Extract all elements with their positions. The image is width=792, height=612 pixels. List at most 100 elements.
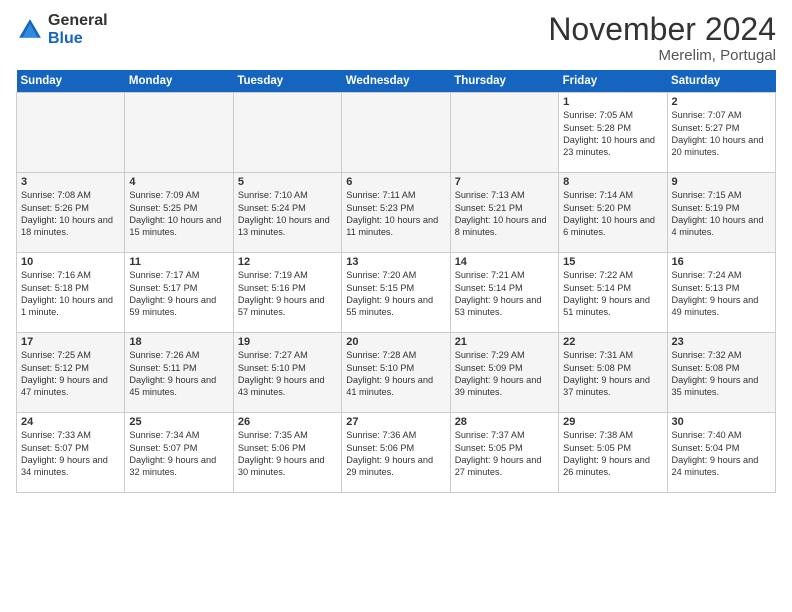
week-row-5: 24Sunrise: 7:33 AMSunset: 5:07 PMDayligh… <box>17 413 776 493</box>
logo-text: General Blue <box>48 12 108 49</box>
calendar-cell: 23Sunrise: 7:32 AMSunset: 5:08 PMDayligh… <box>667 333 775 413</box>
calendar-cell: 29Sunrise: 7:38 AMSunset: 5:05 PMDayligh… <box>559 413 667 493</box>
day-info: Sunrise: 7:25 AM <box>21 349 120 361</box>
calendar-cell <box>342 93 450 173</box>
calendar-cell: 12Sunrise: 7:19 AMSunset: 5:16 PMDayligh… <box>233 253 341 333</box>
week-row-1: 1Sunrise: 7:05 AMSunset: 5:28 PMDaylight… <box>17 93 776 173</box>
day-info: Sunset: 5:12 PM <box>21 362 120 374</box>
day-info: Sunset: 5:28 PM <box>563 122 662 134</box>
header-cell-friday: Friday <box>559 70 667 93</box>
calendar-cell <box>17 93 125 173</box>
day-info: Sunrise: 7:40 AM <box>672 429 771 441</box>
day-info: Daylight: 10 hours and 1 minute. <box>21 294 120 319</box>
day-info: Sunrise: 7:13 AM <box>455 189 554 201</box>
week-row-4: 17Sunrise: 7:25 AMSunset: 5:12 PM Dayligh… <box>17 333 776 413</box>
day-number: 17 <box>21 336 120 348</box>
day-number: 7 <box>455 176 554 188</box>
day-info: Daylight: 10 hours and 4 minutes. <box>672 214 771 239</box>
day-info: Sunset: 5:06 PM <box>346 442 445 454</box>
calendar-cell: 24Sunrise: 7:33 AMSunset: 5:07 PMDayligh… <box>17 413 125 493</box>
day-info: Sunrise: 7:08 AM <box>21 189 120 201</box>
calendar-cell: 5Sunrise: 7:10 AMSunset: 5:24 PMDaylight… <box>233 173 341 253</box>
header-cell-monday: Monday <box>125 70 233 93</box>
day-info: Sunset: 5:20 PM <box>563 202 662 214</box>
calendar-cell: 11Sunrise: 7:17 AMSunset: 5:17 PMDayligh… <box>125 253 233 333</box>
day-info: Sunrise: 7:20 AM <box>346 269 445 281</box>
day-info: Sunset: 5:06 PM <box>238 442 337 454</box>
day-info: Sunrise: 7:05 AM <box>563 109 662 121</box>
day-info: Sunset: 5:14 PM <box>563 282 662 294</box>
day-info: Daylight: 9 hours and 24 minutes. <box>672 454 771 479</box>
page: General Blue November 2024 Merelim, Port… <box>0 0 792 501</box>
day-info: Sunrise: 7:35 AM <box>238 429 337 441</box>
day-number: 14 <box>455 256 554 268</box>
day-info: Sunrise: 7:09 AM <box>129 189 228 201</box>
day-number: 22 <box>563 336 662 348</box>
day-info: Sunrise: 7:24 AM <box>672 269 771 281</box>
day-info: Sunrise: 7:36 AM <box>346 429 445 441</box>
header-cell-saturday: Saturday <box>667 70 775 93</box>
calendar-cell: 8Sunrise: 7:14 AMSunset: 5:20 PMDaylight… <box>559 173 667 253</box>
day-info: Sunset: 5:21 PM <box>455 202 554 214</box>
day-info: Sunrise: 7:34 AM <box>129 429 228 441</box>
day-info: Sunset: 5:19 PM <box>672 202 771 214</box>
calendar-cell: 13Sunrise: 7:20 AMSunset: 5:15 PMDayligh… <box>342 253 450 333</box>
day-info: Sunset: 5:13 PM <box>672 282 771 294</box>
day-info: Daylight: 9 hours and 35 minutes. <box>672 374 771 399</box>
day-number: 5 <box>238 176 337 188</box>
calendar-table: SundayMondayTuesdayWednesdayThursdayFrid… <box>16 70 776 493</box>
day-number: 23 <box>672 336 771 348</box>
day-number: 26 <box>238 416 337 428</box>
calendar-cell <box>233 93 341 173</box>
day-number: 16 <box>672 256 771 268</box>
day-info: Daylight: 10 hours and 18 minutes. <box>21 214 120 239</box>
day-info: Sunrise: 7:27 AM <box>238 349 337 361</box>
calendar-cell: 21Sunrise: 7:29 AMSunset: 5:09 PMDayligh… <box>450 333 558 413</box>
day-info: Daylight: 10 hours and 20 minutes. <box>672 134 771 159</box>
day-info: Daylight: 9 hours and 29 minutes. <box>346 454 445 479</box>
day-info: Sunset: 5:24 PM <box>238 202 337 214</box>
day-number: 3 <box>21 176 120 188</box>
day-number: 20 <box>346 336 445 348</box>
day-number: 1 <box>563 96 662 108</box>
day-info: Daylight: 9 hours and 32 minutes. <box>129 454 228 479</box>
day-info: Sunset: 5:23 PM <box>346 202 445 214</box>
day-info: Daylight: 9 hours and 53 minutes. <box>455 294 554 319</box>
day-info: Daylight: 9 hours and 27 minutes. <box>455 454 554 479</box>
calendar-cell: 20Sunrise: 7:28 AMSunset: 5:10 PMDayligh… <box>342 333 450 413</box>
logo-icon <box>16 16 44 44</box>
day-number: 10 <box>21 256 120 268</box>
location: Merelim, Portugal <box>548 47 776 64</box>
day-number: 15 <box>563 256 662 268</box>
calendar-cell: 7Sunrise: 7:13 AMSunset: 5:21 PMDaylight… <box>450 173 558 253</box>
day-info: Sunset: 5:17 PM <box>129 282 228 294</box>
day-info: Sunset: 5:27 PM <box>672 122 771 134</box>
day-info: Daylight: 9 hours and 37 minutes. <box>563 374 662 399</box>
logo: General Blue <box>16 12 108 49</box>
day-info: Daylight: 9 hours and 30 minutes. <box>238 454 337 479</box>
calendar-cell: 26Sunrise: 7:35 AMSunset: 5:06 PMDayligh… <box>233 413 341 493</box>
calendar-cell: 2Sunrise: 7:07 AMSunset: 5:27 PMDaylight… <box>667 93 775 173</box>
day-number: 25 <box>129 416 228 428</box>
day-number: 27 <box>346 416 445 428</box>
header-cell-tuesday: Tuesday <box>233 70 341 93</box>
day-info: Daylight: 10 hours and 23 minutes. <box>563 134 662 159</box>
day-number: 9 <box>672 176 771 188</box>
day-info: Sunset: 5:16 PM <box>238 282 337 294</box>
header-row: SundayMondayTuesdayWednesdayThursdayFrid… <box>17 70 776 93</box>
header-cell-thursday: Thursday <box>450 70 558 93</box>
day-info: Daylight: 10 hours and 6 minutes. <box>563 214 662 239</box>
day-info: Daylight: 9 hours and 26 minutes. <box>563 454 662 479</box>
day-info: Sunset: 5:18 PM <box>21 282 120 294</box>
calendar-cell: 22Sunrise: 7:31 AMSunset: 5:08 PMDayligh… <box>559 333 667 413</box>
day-info: Sunrise: 7:10 AM <box>238 189 337 201</box>
header-cell-sunday: Sunday <box>17 70 125 93</box>
day-info: Sunset: 5:11 PM <box>129 362 228 374</box>
day-number: 18 <box>129 336 228 348</box>
day-info: Sunset: 5:05 PM <box>455 442 554 454</box>
day-info: Sunrise: 7:14 AM <box>563 189 662 201</box>
day-info: Daylight: 9 hours and 55 minutes. <box>346 294 445 319</box>
calendar-cell: 4Sunrise: 7:09 AMSunset: 5:25 PMDaylight… <box>125 173 233 253</box>
day-info: Sunset: 5:08 PM <box>563 362 662 374</box>
calendar-cell: 25Sunrise: 7:34 AMSunset: 5:07 PMDayligh… <box>125 413 233 493</box>
